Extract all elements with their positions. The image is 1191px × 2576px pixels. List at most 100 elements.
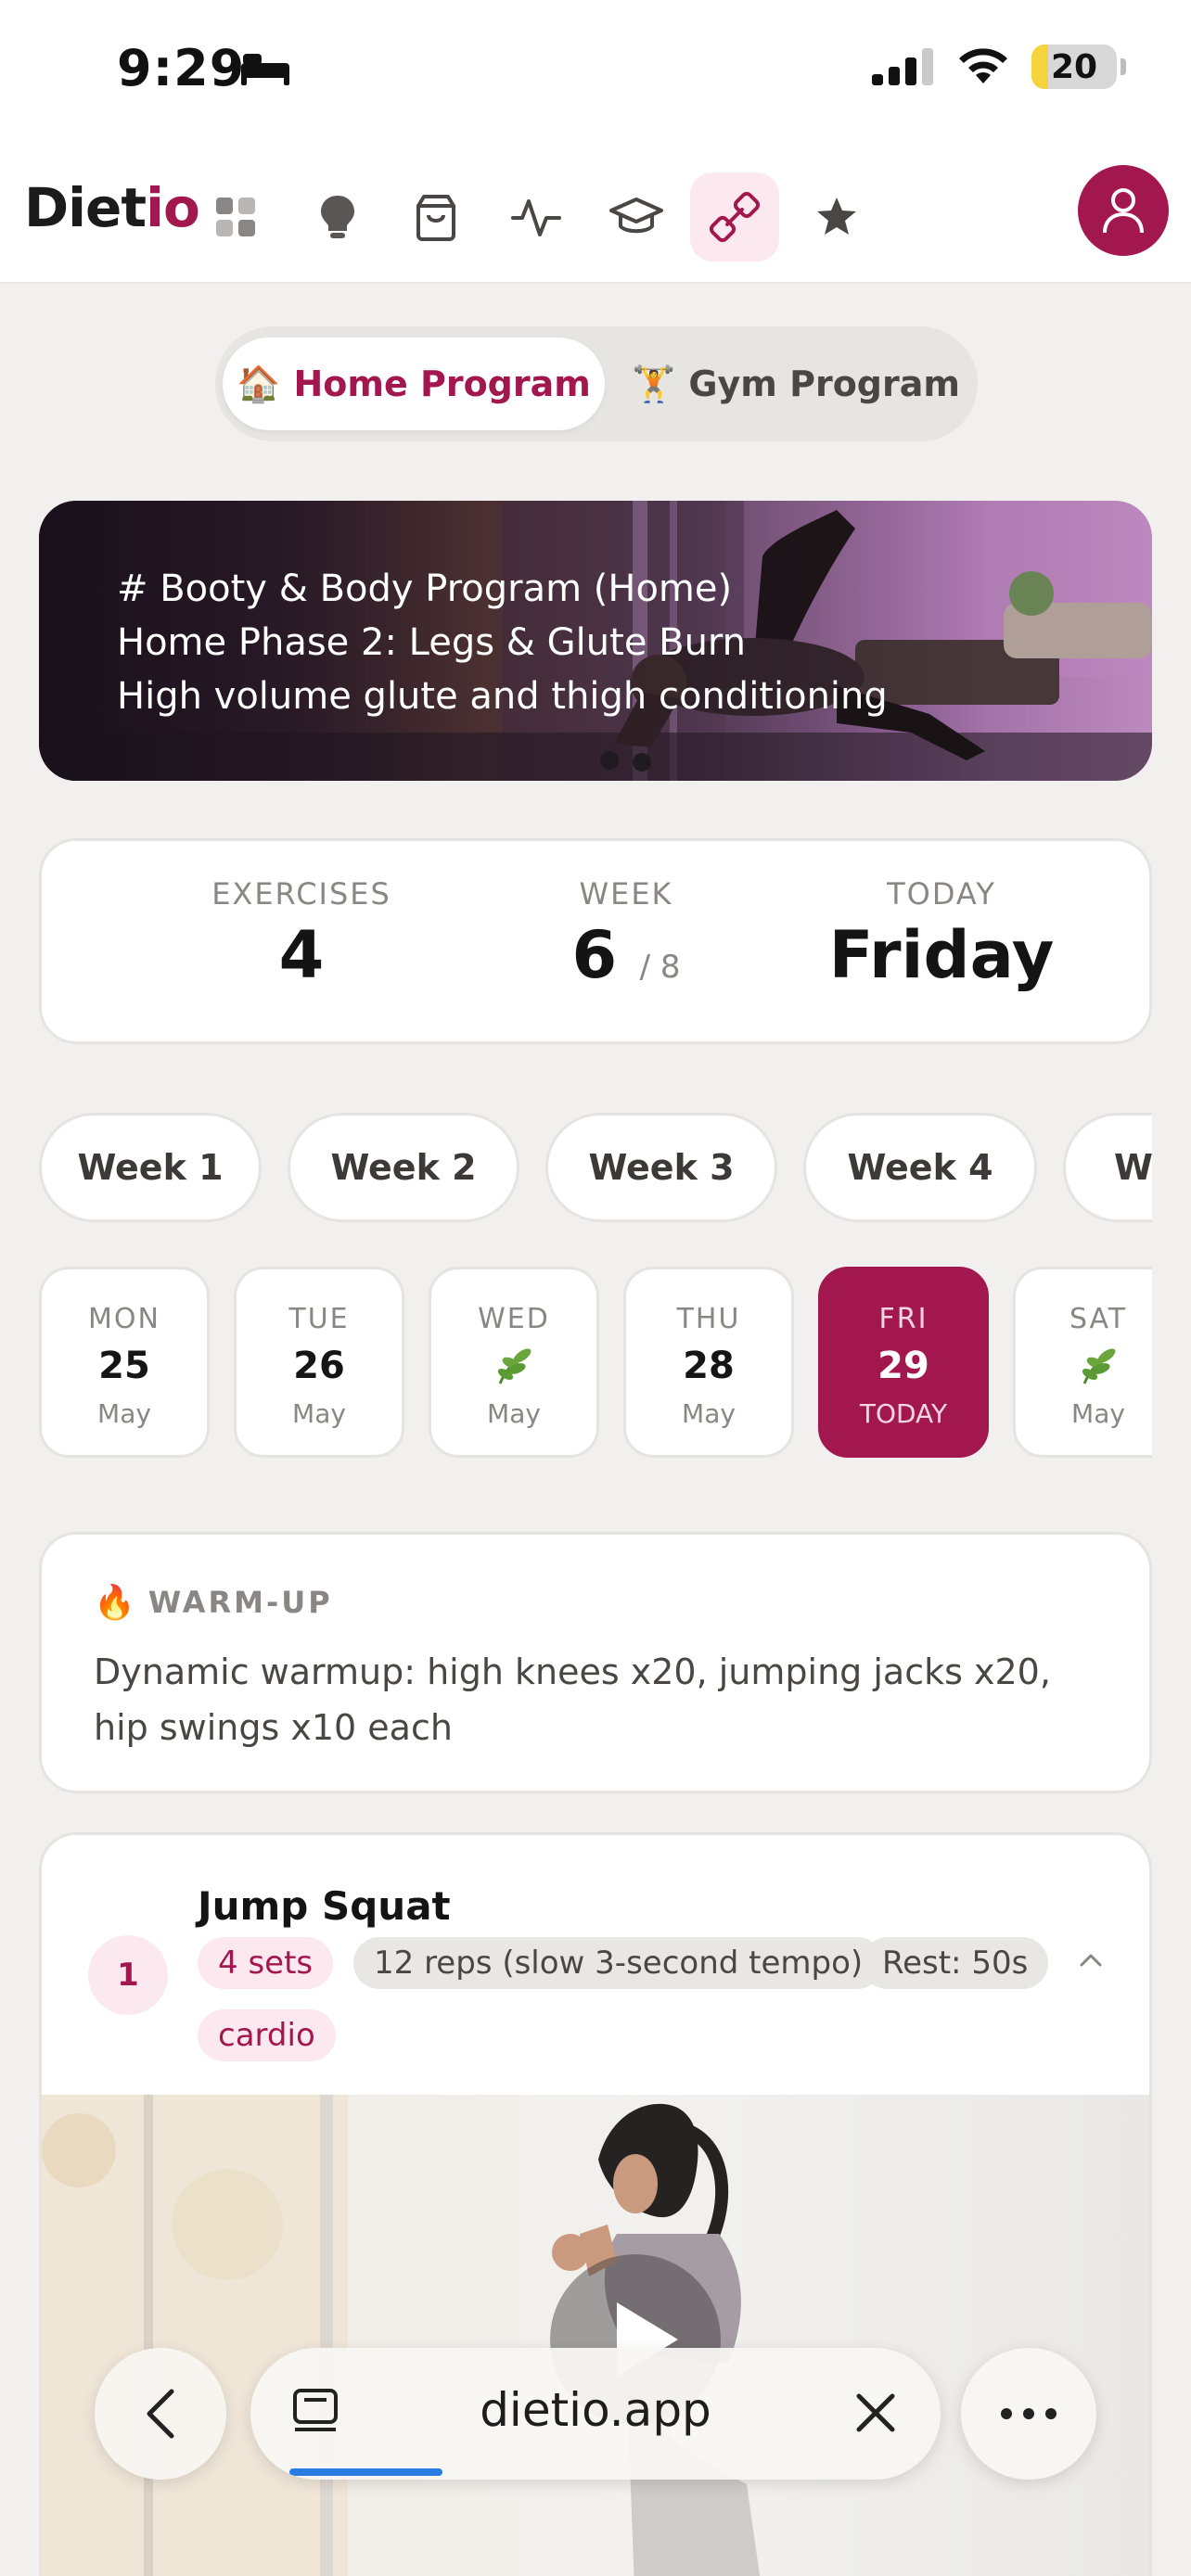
browser-address-bar[interactable]: dietio.app bbox=[250, 2348, 941, 2480]
phase-title: Home Phase 2: Legs & Glute Burn bbox=[117, 621, 747, 664]
star-icon bbox=[817, 198, 856, 235]
battery-indicator: 20 bbox=[1031, 45, 1117, 89]
exercise-number-badge: 1 bbox=[88, 1935, 168, 2015]
week-total: / 8 bbox=[639, 949, 681, 986]
dumbbell-icon bbox=[710, 192, 760, 242]
logo-main: Diet bbox=[24, 176, 147, 239]
status-indicators: 20 bbox=[872, 45, 1126, 89]
day-name: SAT bbox=[1069, 1303, 1128, 1335]
category-tag: cardio bbox=[198, 2009, 336, 2061]
day-card-rest[interactable]: WED May bbox=[429, 1267, 599, 1458]
reps-tag: 12 reps (slow 3-second tempo) bbox=[353, 1937, 884, 1989]
week-pill[interactable]: Week 2 bbox=[288, 1113, 519, 1222]
week-pill[interactable]: Week 3 bbox=[545, 1113, 777, 1222]
home-program-label: Home Program bbox=[293, 363, 591, 404]
nav-dashboard[interactable] bbox=[191, 172, 280, 261]
week-stat: WEEK 6 / 8 bbox=[496, 876, 756, 993]
gym-program-label: Gym Program bbox=[688, 363, 960, 404]
week-pill-label: Week 2 bbox=[330, 1147, 477, 1188]
status-bar: 9:29 20 bbox=[0, 0, 1191, 148]
rest-day-indicator bbox=[431, 1343, 596, 1389]
day-month: May bbox=[682, 1398, 736, 1429]
today-stat: TODAY Friday bbox=[802, 876, 1081, 993]
status-time: 9:29 bbox=[117, 39, 246, 97]
week-pill-label: Week 1 bbox=[77, 1147, 224, 1188]
chevron-left-icon bbox=[147, 2389, 174, 2439]
url-text: dietio.app bbox=[480, 2383, 711, 2437]
shopping-bag-icon bbox=[416, 195, 455, 241]
day-name: WED bbox=[478, 1303, 550, 1335]
day-card[interactable]: MON 25 May bbox=[39, 1267, 210, 1458]
close-icon[interactable] bbox=[852, 2389, 900, 2437]
day-month: May bbox=[97, 1398, 151, 1429]
warmup-card: 🔥 WARM-UP Dynamic warmup: high knees x20… bbox=[39, 1532, 1152, 1793]
week-selector: Week 1 Week 2 Week 3 Week 4 We bbox=[39, 1113, 1152, 1224]
profile-button[interactable] bbox=[1078, 165, 1169, 256]
home-program-tab[interactable]: 🏠 Home Program bbox=[223, 338, 605, 430]
nav-favorites[interactable] bbox=[792, 172, 881, 261]
leaf-icon bbox=[1082, 1348, 1116, 1384]
week-pill-label: Week 3 bbox=[588, 1147, 735, 1188]
nav-activity[interactable] bbox=[492, 172, 581, 261]
week-pill[interactable]: Week 4 bbox=[803, 1113, 1037, 1222]
week-value-row: 6 / 8 bbox=[496, 917, 756, 993]
exercises-value: 4 bbox=[278, 917, 325, 993]
day-card[interactable]: THU 28 May bbox=[623, 1267, 794, 1458]
week-pill-label: We bbox=[1114, 1147, 1152, 1188]
leaf-icon bbox=[497, 1348, 531, 1384]
program-title: # Booty & Body Program (Home) bbox=[117, 567, 733, 610]
graduation-cap-icon bbox=[609, 198, 663, 234]
day-number: 25 bbox=[98, 1345, 150, 1387]
chevron-up-icon[interactable] bbox=[1079, 1952, 1103, 1969]
day-card-rest[interactable]: SAT May bbox=[1013, 1267, 1152, 1458]
weightlifter-icon: 🏋️ bbox=[632, 363, 676, 404]
sets-tag: 4 sets bbox=[198, 1937, 334, 1989]
app-logo[interactable]: Dietio bbox=[24, 176, 200, 239]
day-name: TUE bbox=[288, 1303, 350, 1335]
day-number: 28 bbox=[683, 1345, 735, 1387]
week-pill[interactable]: Week 1 bbox=[39, 1113, 262, 1222]
hero-text: # Booty & Body Program (Home) Home Phase… bbox=[117, 562, 888, 723]
exercise-demo-video[interactable] bbox=[42, 2095, 1149, 2576]
warmup-description: Dynamic warmup: high knees x20, jumping … bbox=[94, 1651, 1051, 1748]
exercise-photo bbox=[42, 2095, 761, 2576]
wifi-icon bbox=[959, 48, 1007, 83]
cellular-signal-icon bbox=[872, 48, 933, 85]
warmup-title: WARM-UP bbox=[147, 1585, 333, 1620]
day-today-label: TODAY bbox=[859, 1398, 948, 1429]
phase-description: High volume glute and thigh conditioning bbox=[117, 675, 888, 718]
day-card[interactable]: TUE 26 May bbox=[234, 1267, 404, 1458]
week-value: 6 bbox=[571, 917, 618, 993]
day-card-today[interactable]: FRI 29 TODAY bbox=[818, 1267, 989, 1458]
rest-day-indicator bbox=[1016, 1343, 1152, 1389]
top-navigation: Dietio bbox=[0, 148, 1191, 284]
browser-back-button[interactable] bbox=[95, 2348, 226, 2480]
today-value: Friday bbox=[828, 917, 1055, 993]
warmup-header: 🔥 WARM-UP bbox=[94, 1583, 333, 1622]
week-label: WEEK bbox=[579, 876, 673, 912]
day-number: 26 bbox=[293, 1345, 345, 1387]
week-pill-label: Week 4 bbox=[847, 1147, 993, 1188]
today-label: TODAY bbox=[887, 876, 996, 912]
activity-icon bbox=[511, 199, 561, 236]
day-name: THU bbox=[676, 1303, 741, 1335]
program-hero-banner: # Booty & Body Program (Home) Home Phase… bbox=[39, 501, 1152, 781]
dashboard-icon bbox=[216, 198, 255, 236]
exercises-label: EXERCISES bbox=[211, 876, 391, 912]
battery-nub bbox=[1121, 58, 1126, 75]
day-month: May bbox=[487, 1398, 541, 1429]
week-pill[interactable]: We bbox=[1063, 1113, 1152, 1222]
nav-workouts[interactable] bbox=[690, 172, 779, 261]
sleep-focus-icon bbox=[241, 54, 289, 85]
day-name: FRI bbox=[878, 1303, 928, 1335]
lightbulb-icon bbox=[321, 196, 354, 238]
nav-tips[interactable] bbox=[293, 172, 382, 261]
day-number: 29 bbox=[877, 1345, 929, 1387]
browser-more-button[interactable] bbox=[961, 2348, 1096, 2480]
day-name: MON bbox=[88, 1303, 160, 1335]
nav-shop[interactable] bbox=[391, 172, 480, 261]
nav-learn[interactable] bbox=[592, 172, 681, 261]
battery-level: 20 bbox=[1050, 48, 1098, 86]
gym-program-tab[interactable]: 🏋️ Gym Program bbox=[623, 338, 968, 430]
day-selector: MON 25 May TUE 26 May WED May THU 28 May… bbox=[39, 1267, 1152, 1458]
